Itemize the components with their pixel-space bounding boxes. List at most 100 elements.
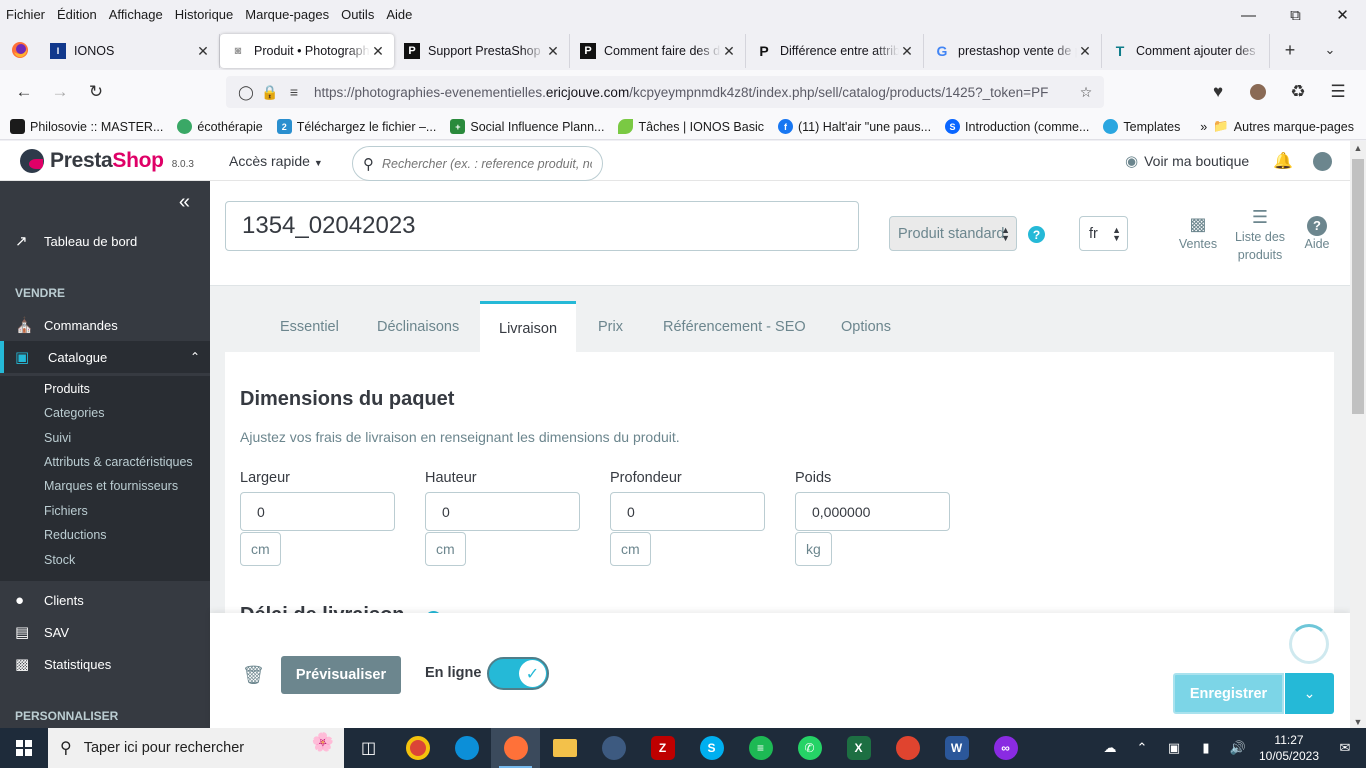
menu-fichier[interactable]: Fichier (0, 5, 51, 25)
close-tab-icon[interactable]: ✕ (1077, 43, 1093, 60)
app-icon[interactable] (589, 728, 638, 768)
tab-google-search[interactable]: G prestashop vente de ph ✕ (924, 34, 1102, 68)
word-icon[interactable]: W (932, 728, 981, 768)
bookmarks-overflow-icon[interactable]: » (1200, 120, 1207, 134)
tab-declinaisons[interactable]: P Comment faire des décl ✕ (570, 34, 746, 68)
list-tabs-icon[interactable]: ⌄ (1310, 30, 1350, 70)
whatsapp-icon[interactable]: ✆ (785, 728, 834, 768)
back-icon[interactable]: ← (6, 76, 42, 108)
file-explorer-icon[interactable] (540, 728, 589, 768)
filezilla-icon[interactable]: Z (638, 728, 687, 768)
menu-affichage[interactable]: Affichage (103, 5, 169, 25)
delete-trash-icon[interactable]: 🗑 (242, 665, 265, 686)
battery-icon[interactable]: ▮ (1190, 740, 1222, 756)
scroll-thumb[interactable] (1352, 159, 1364, 414)
show-hidden-icons-icon[interactable]: ⌃ (1126, 740, 1158, 756)
app-purple-icon[interactable]: ∞ (981, 728, 1030, 768)
close-tab-icon[interactable]: ✕ (545, 43, 561, 60)
clock[interactable]: 11:27 10/05/2023 (1254, 732, 1324, 764)
online-toggle[interactable]: ✓ (487, 657, 549, 690)
menu-aide[interactable]: Aide (380, 5, 418, 25)
excel-icon[interactable]: X (834, 728, 883, 768)
windows-start-icon[interactable] (0, 728, 48, 768)
sidebar-sub-brands[interactable]: Marques et fournisseurs (0, 474, 210, 498)
menu-historique[interactable]: Historique (169, 5, 240, 25)
search-box[interactable]: ⚲ (352, 146, 603, 181)
edge-icon[interactable] (442, 728, 491, 768)
search-input[interactable] (382, 156, 592, 171)
sidebar-item-clients[interactable]: ● Clients (0, 584, 210, 616)
hamburger-menu-icon[interactable]: ☰ (1320, 76, 1356, 108)
chrome-icon[interactable] (393, 728, 442, 768)
product-name-input[interactable] (225, 201, 859, 251)
tab-prix[interactable]: Prix (598, 301, 623, 353)
tab-livraison[interactable]: Livraison (480, 301, 577, 353)
tab-ionos[interactable]: I IONOS ✕ (40, 34, 220, 68)
search-icon[interactable]: ⚲ (363, 155, 374, 173)
collapse-sidebar-icon[interactable]: « (179, 191, 190, 214)
close-tab-icon[interactable]: ✕ (899, 43, 915, 60)
account-avatar-icon[interactable] (1240, 76, 1276, 108)
spotify-icon[interactable]: ≡ (736, 728, 785, 768)
tab-options[interactable]: Options (841, 301, 891, 353)
firefox-icon[interactable] (0, 30, 40, 70)
sidebar-item-orders[interactable]: ⛪ Commandes (0, 309, 210, 341)
quick-access-dropdown[interactable]: Accès rapide ▼ (229, 153, 323, 169)
close-tab-icon[interactable]: ✕ (721, 43, 737, 60)
tab-produit-active[interactable]: ◙ Produit • Photographie ✕ (220, 34, 394, 68)
prestashop-logo[interactable]: PrestaShop 8.0.3 (20, 149, 194, 173)
menu-edition[interactable]: Édition (51, 5, 103, 25)
save-button[interactable]: Enregistrer (1173, 673, 1284, 714)
width-input[interactable]: 0 (240, 492, 395, 531)
firefox-taskbar-icon[interactable] (491, 728, 540, 768)
sidebar-sub-products[interactable]: Produits (0, 377, 210, 401)
tab-support-prestashop[interactable]: P Support PrestaShop | P ✕ (394, 34, 570, 68)
bookmark-star-icon[interactable]: ☆ (1074, 84, 1098, 101)
weather-icon[interactable]: ☁ (1094, 740, 1126, 756)
sidebar-item-dashboard[interactable]: ↗ Tableau de bord (0, 225, 210, 257)
sidebar-sub-attributes[interactable]: Attributs & caractéristiques (0, 450, 210, 474)
employee-avatar-icon[interactable] (1313, 152, 1332, 171)
volume-icon[interactable]: 🔊 (1222, 740, 1254, 756)
notifications-icon[interactable]: ✉ (1324, 740, 1366, 756)
close-tab-icon[interactable]: ✕ (370, 43, 386, 60)
reload-icon[interactable]: ↻ (78, 76, 114, 108)
weight-input[interactable]: 0,000000 (795, 492, 950, 531)
taskbar-search[interactable]: ⚲ Taper ici pour rechercher 🌸 (48, 728, 344, 768)
device-icon[interactable]: ▣ (1158, 740, 1190, 756)
bookmark-item[interactable]: écothérapie (177, 119, 263, 134)
product-list-button[interactable]: ☰ Liste des produits (1232, 206, 1288, 264)
close-window-icon[interactable]: ✕ (1319, 0, 1366, 30)
scroll-down-icon[interactable]: ▼ (1350, 717, 1366, 727)
menu-outils[interactable]: Outils (335, 5, 380, 25)
url-bar[interactable]: ◯ 🔒 ≡ https://photographies-evenementiel… (226, 76, 1104, 108)
sidebar-sub-categories[interactable]: Categories (0, 401, 210, 425)
tab-seo[interactable]: Référencement - SEO (663, 301, 806, 353)
pocket-icon[interactable]: ♥ (1200, 76, 1236, 108)
sales-button[interactable]: ▩ Ventes (1175, 213, 1221, 253)
depth-input[interactable]: 0 (610, 492, 765, 531)
shield-icon[interactable]: ◯ (234, 84, 258, 101)
url-text[interactable]: https://photographies-evenementielles.er… (314, 85, 1074, 100)
restore-icon[interactable]: ⧉ (1272, 0, 1319, 30)
page-scrollbar[interactable]: ▲ ▼ (1350, 141, 1366, 728)
other-bookmarks[interactable]: 📁 Autres marque-pages (1213, 119, 1354, 134)
tab-essentiel[interactable]: Essentiel (280, 301, 339, 353)
close-tab-icon[interactable]: ✕ (195, 43, 211, 60)
bookmark-item[interactable]: Templates (1103, 119, 1180, 134)
sidebar-item-sav[interactable]: ▤ SAV (0, 616, 210, 648)
product-type-select[interactable]: Produit standard ▲ ▼ (889, 216, 1017, 251)
task-view-icon[interactable]: ◫ (344, 728, 393, 768)
sidebar-item-stats[interactable]: ▩ Statistiques (0, 648, 210, 680)
notifications-bell-icon[interactable]: 🔔 (1273, 151, 1293, 171)
scroll-up-icon[interactable]: ▲ (1350, 143, 1366, 153)
skype-icon[interactable]: S (687, 728, 736, 768)
bookmark-item[interactable]: 2 Téléchargez le fichier –... (276, 119, 436, 134)
tab-difference-attributs[interactable]: P Différence entre attribu ✕ (746, 34, 924, 68)
app-red-icon[interactable] (883, 728, 932, 768)
forward-icon[interactable]: → (42, 76, 78, 108)
bookmark-item[interactable]: Philosovie :: MASTER... (10, 119, 163, 134)
lock-icon[interactable]: 🔒 (258, 84, 282, 101)
extensions-icon[interactable]: ♻ (1280, 76, 1316, 108)
new-tab-icon[interactable]: + (1270, 30, 1310, 70)
